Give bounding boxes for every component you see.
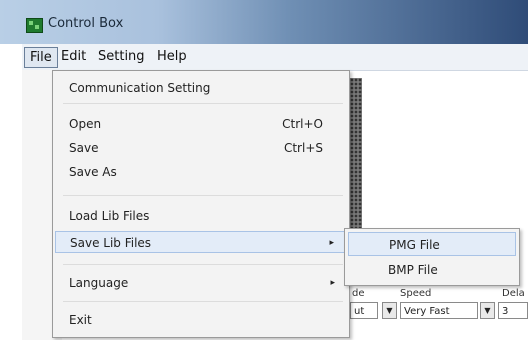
menu-setting[interactable]: Setting [93,47,150,66]
menu-separator [63,195,343,196]
submenu-item-label: PMG File [389,238,440,252]
title-bar: Control Box [0,0,528,44]
mode-select[interactable]: ut [350,302,378,319]
speed-dropdown-icon[interactable]: ▼ [480,302,495,319]
menu-separator [63,264,343,265]
delay-input[interactable]: 3 [498,302,528,319]
menu-item-label: Communication Setting [69,81,211,95]
delay-column-label: Dela [502,288,525,299]
save-lib-files-submenu: PMG File BMP File [344,228,520,286]
menu-item-label: Save As [69,165,117,179]
submenu-item-bmp-file[interactable]: BMP File [348,258,516,282]
menu-help[interactable]: Help [152,47,192,66]
menu-item-save[interactable]: Save Ctrl+S [53,137,349,159]
file-menu: Communication Setting Open Ctrl+O Save C… [52,70,350,338]
menu-item-label: Save Lib Files [70,236,152,250]
menu-item-label: Language [69,276,129,290]
menu-item-shortcut: Ctrl+O [282,117,323,131]
menu-item-communication-setting[interactable]: Communication Setting [53,77,349,99]
menu-edit[interactable]: Edit [56,47,91,66]
menu-separator [63,301,343,302]
submenu-item-pmg-file[interactable]: PMG File [348,232,516,256]
submenu-item-label: BMP File [388,263,438,277]
submenu-arrow-icon: ▸ [329,238,334,248]
menu-item-load-lib-files[interactable]: Load Lib Files [53,205,349,227]
menu-item-language[interactable]: Language ▸ [53,272,349,294]
menu-separator [63,103,343,104]
menu-item-label: Exit [69,313,92,327]
submenu-arrow-icon: ▸ [330,278,335,288]
menu-item-label: Load Lib Files [69,209,150,223]
menu-item-label: Save [69,141,99,155]
menu-item-shortcut: Ctrl+S [283,141,323,155]
menu-bar: File Edit Setting Help [22,44,528,71]
app-icon [26,18,43,33]
speed-select[interactable]: Very Fast [400,302,478,319]
mode-dropdown-icon[interactable]: ▼ [382,302,397,319]
menu-item-exit[interactable]: Exit [53,309,349,331]
speed-column-label: Speed [400,288,432,299]
window-title: Control Box [48,16,124,31]
led-preview-grid [350,78,362,238]
menu-item-save-lib-files[interactable]: Save Lib Files ▸ [55,231,347,253]
menu-item-open[interactable]: Open Ctrl+O [53,113,349,135]
mode-column-label: de [352,288,365,299]
menu-item-save-as[interactable]: Save As [53,161,349,183]
menu-file[interactable]: File [24,47,58,68]
menu-item-label: Open [69,117,102,131]
